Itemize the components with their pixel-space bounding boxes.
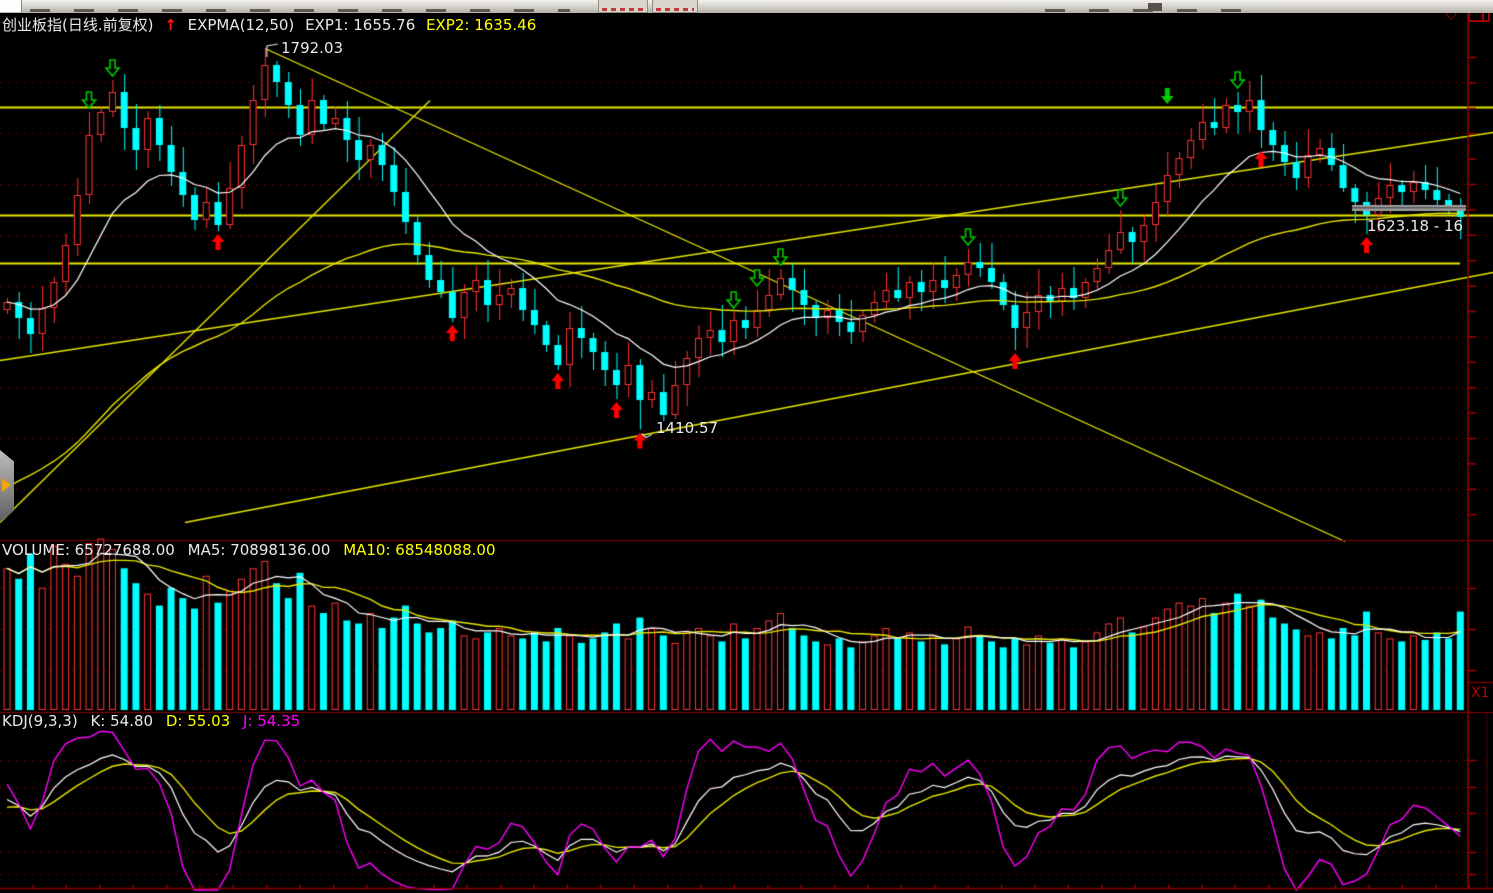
indicator-name: EXPMA(12,50) xyxy=(188,16,295,34)
kdj-j-value: J: 54.35 xyxy=(243,712,300,730)
symbol-title: 创业板指(日线.前复权) xyxy=(2,16,153,34)
menu-items-clipped[interactable] xyxy=(30,9,570,12)
trading-app-window: 创业板指(日线.前复权) ↑ EXPMA(12,50) EXP1: 1655.7… xyxy=(0,0,1493,893)
peak-price-label: 1792.03 xyxy=(281,39,343,57)
kdj-k-value: K: 54.80 xyxy=(90,712,153,730)
last-price-label: 1623.18 - 16 xyxy=(1367,217,1467,235)
main-chart-header: 创业板指(日线.前复权) ↑ EXPMA(12,50) EXP1: 1655.7… xyxy=(2,14,542,35)
quote-box-1 xyxy=(598,0,648,13)
menu-bar-clipped[interactable] xyxy=(0,0,1493,13)
quote-value-clipped xyxy=(656,8,694,11)
kdj-name: KDJ(9,3,3) xyxy=(2,712,78,730)
kdj-d-value: D: 55.03 xyxy=(166,712,230,730)
stock-chart-canvas[interactable] xyxy=(0,0,1493,893)
exp1-value: EXP1: 1655.76 xyxy=(305,16,415,34)
toolbar-icon[interactable] xyxy=(1148,3,1162,11)
menu-items-clipped[interactable] xyxy=(1045,9,1245,12)
sidebar-collapse-handle[interactable] xyxy=(0,450,14,522)
toolbar-button[interactable] xyxy=(0,0,22,12)
exp2-value: EXP2: 1635.46 xyxy=(426,16,536,34)
quote-box-2 xyxy=(652,0,698,13)
kdj-header: KDJ(9,3,3) K: 54.80 D: 55.03 J: 54.35 xyxy=(2,712,308,730)
volume-ma5-value: MA5: 70898136.00 xyxy=(188,541,331,559)
volume-ma10-value: MA10: 68548088.00 xyxy=(343,541,495,559)
quote-value-clipped xyxy=(602,8,644,11)
volume-value: VOLUME: 65727688.00 xyxy=(2,541,175,559)
trough-price-label: 1410.57 xyxy=(656,419,718,437)
volume-header: VOLUME: 65727688.00 MA5: 70898136.00 MA1… xyxy=(2,541,504,559)
panel-tag-x1: X1 xyxy=(1471,685,1490,701)
trend-up-arrow-icon: ↑ xyxy=(164,16,177,34)
expand-arrow-icon xyxy=(2,478,11,492)
